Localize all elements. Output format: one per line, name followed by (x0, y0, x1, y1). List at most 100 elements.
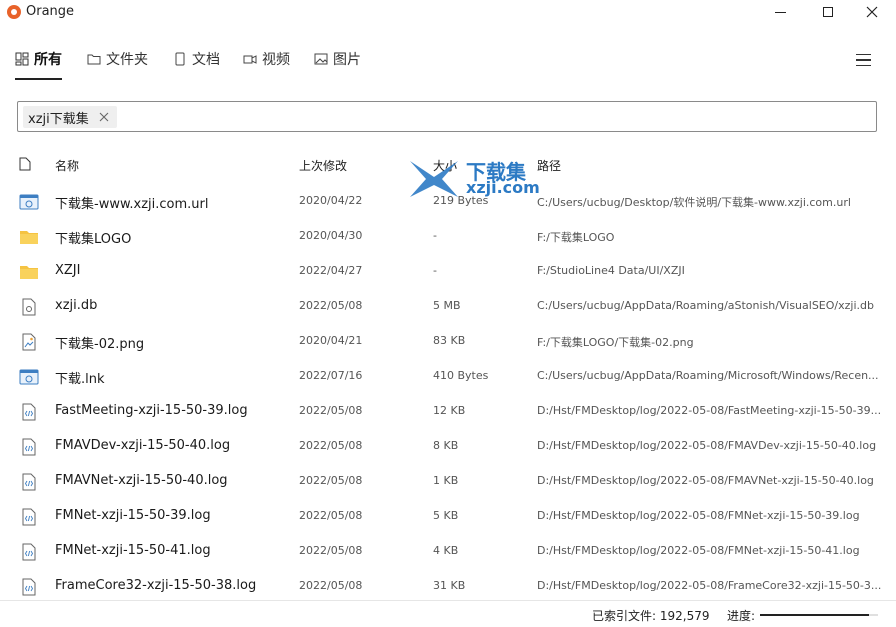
close-icon (866, 6, 878, 18)
file-size: - (433, 229, 437, 242)
grid-icon (15, 52, 29, 66)
log-file-icon (19, 438, 39, 456)
status-bar: 已索引文件: 192,579 进度: (0, 600, 896, 627)
log-file-icon (19, 543, 39, 561)
file-path: F:/下载集LOGO (537, 231, 615, 244)
file-name: XZJI (55, 263, 81, 278)
file-modified: 2022/05/08 (299, 579, 363, 592)
tab-images[interactable]: 图片 (314, 48, 361, 70)
folder-icon (87, 54, 101, 65)
link-file-icon (19, 193, 39, 211)
file-row[interactable]: 下载集LOGO 2020/04/30 - F:/下载集LOGO (0, 219, 896, 254)
tab-label: 视频 (262, 52, 290, 68)
progress-bar (760, 614, 878, 616)
log-file-icon (19, 578, 39, 596)
document-icon (175, 52, 185, 66)
file-name: 下载集-02.png (55, 337, 145, 352)
video-icon (243, 55, 257, 64)
maximize-button[interactable] (808, 0, 848, 24)
minimize-icon (774, 11, 786, 13)
tab-label: 文档 (192, 52, 220, 68)
folder-icon (19, 263, 39, 281)
log-file-icon (19, 403, 39, 421)
file-icon (19, 157, 31, 171)
file-row[interactable]: 下载.lnk 2022/07/16 410 Bytes C:/Users/ucbug/… (0, 359, 896, 394)
file-modified: 2022/05/08 (299, 509, 363, 522)
file-row[interactable]: xzji.db 2022/05/08 5 MB C:/Users/ucbug/AppD… (0, 289, 896, 324)
file-path: D:/Hst/FMDesktop/log/2022-05-08/FrameCor… (537, 579, 882, 592)
database-file-icon (19, 298, 39, 316)
tab-videos[interactable]: 视频 (243, 48, 290, 70)
file-name: 下载.lnk (55, 372, 105, 387)
link-file-icon (19, 368, 39, 386)
file-name: 下载集-www.xzji.com.url (55, 197, 209, 212)
file-row[interactable]: XZJI 2022/04/27 - F:/StudioLine4 Data/UI/XZ… (0, 254, 896, 289)
file-path: C:/Users/ucbug/AppData/Roaming/Microsoft… (537, 369, 879, 382)
file-path: D:/Hst/FMDesktop/log/2022-05-08/FMAVDev-… (537, 439, 877, 452)
file-modified: 2022/07/16 (299, 369, 363, 382)
file-path: F:/下载集LOGO/下载集-02.png (537, 336, 694, 349)
file-name: xzji.db (55, 298, 98, 313)
file-row[interactable]: FastMeeting-xzji-15-50-39.log 2022/05/08 1… (0, 394, 896, 429)
file-size: 8 KB (433, 439, 459, 452)
file-row[interactable]: FMNet-xzji-15-50-41.log 2022/05/08 4 KB D:/… (0, 534, 896, 569)
file-row[interactable]: FMAVDev-xzji-15-50-40.log 2022/05/08 8 KB D… (0, 429, 896, 464)
file-row[interactable]: FMAVNet-xzji-15-50-40.log 2022/05/08 1 KB D… (0, 464, 896, 499)
search-input[interactable]: xzji下载集 (17, 101, 877, 132)
file-name: FMNet-xzji-15-50-39.log (55, 508, 211, 523)
file-path: C:/Users/ucbug/AppData/Roaming/aStonish/… (537, 299, 874, 312)
file-row[interactable]: 下载集-02.png 2020/04/21 83 KB F:/下载集LOGO/下载集-… (0, 324, 896, 359)
file-size: 83 KB (433, 334, 466, 347)
file-name: FMNet-xzji-15-50-41.log (55, 543, 211, 558)
file-modified: 2022/05/08 (299, 544, 363, 557)
file-row[interactable]: FMNet-xzji-15-50-39.log 2022/05/08 5 KB D:/… (0, 499, 896, 534)
tab-label: 文件夹 (106, 52, 148, 68)
file-name: FMAVDev-xzji-15-50-40.log (55, 438, 231, 453)
column-name[interactable]: 名称 (55, 157, 79, 174)
file-size: 12 KB (433, 404, 466, 417)
log-file-icon (19, 508, 39, 526)
category-tabs: 所有 文件夹 文档 视频 图片 (0, 38, 896, 80)
close-button[interactable] (852, 0, 892, 24)
file-name: FrameCore32-xzji-15-50-38.log (55, 578, 257, 593)
window-title: Orange (26, 4, 75, 19)
tab-label: 所有 (34, 52, 62, 68)
image-file-icon (19, 333, 39, 351)
file-path: C:/Users/ucbug/Desktop/软件说明/下载集-www.xzji… (537, 196, 851, 209)
file-modified: 2022/05/08 (299, 474, 363, 487)
file-path: D:/Hst/FMDesktop/log/2022-05-08/FastMeet… (537, 404, 882, 417)
tab-all[interactable]: 所有 (15, 48, 62, 70)
search-chip-text: xzji下载集 (28, 111, 89, 127)
file-path: D:/Hst/FMDesktop/log/2022-05-08/FMNet-xz… (537, 509, 860, 522)
file-modified: 2022/05/08 (299, 299, 363, 312)
file-name: FMAVNet-xzji-15-50-40.log (55, 473, 228, 488)
minimize-button[interactable] (760, 0, 800, 24)
file-row[interactable]: 下载集-www.xzji.com.url 2020/04/22 219 Bytes C… (0, 184, 896, 219)
indexed-count: 已索引文件: 192,579 (592, 609, 710, 623)
file-modified: 2022/04/27 (299, 264, 363, 277)
title-bar: Orange (0, 0, 896, 26)
file-path: D:/Hst/FMDesktop/log/2022-05-08/FMAVNet-… (537, 474, 874, 487)
menu-button[interactable] (850, 50, 876, 70)
file-size: 5 MB (433, 299, 461, 312)
file-row[interactable]: FrameCore32-xzji-15-50-38.log 2022/05/08 3… (0, 569, 896, 604)
tab-documents[interactable]: 文档 (173, 48, 220, 70)
file-modified: 2022/05/08 (299, 404, 363, 417)
search-chip: xzji下载集 (23, 106, 117, 128)
file-modified: 2022/05/08 (299, 439, 363, 452)
image-icon (314, 53, 328, 65)
app-logo-icon (7, 5, 21, 19)
file-name: FastMeeting-xzji-15-50-39.log (55, 403, 248, 418)
column-modified[interactable]: 上次修改 (299, 157, 347, 174)
file-path: D:/Hst/FMDesktop/log/2022-05-08/FMNet-xz… (537, 544, 860, 557)
clear-chip-icon[interactable] (97, 110, 111, 124)
file-size: 219 Bytes (433, 194, 489, 207)
file-size: 410 Bytes (433, 369, 489, 382)
file-modified: 2020/04/21 (299, 334, 363, 347)
file-list: 下载集-www.xzji.com.url 2020/04/22 219 Bytes C… (0, 184, 896, 604)
log-file-icon (19, 473, 39, 491)
file-size: 31 KB (433, 579, 466, 592)
hamburger-icon (855, 53, 871, 56)
maximize-icon (823, 7, 833, 17)
tab-folders[interactable]: 文件夹 (87, 48, 148, 70)
